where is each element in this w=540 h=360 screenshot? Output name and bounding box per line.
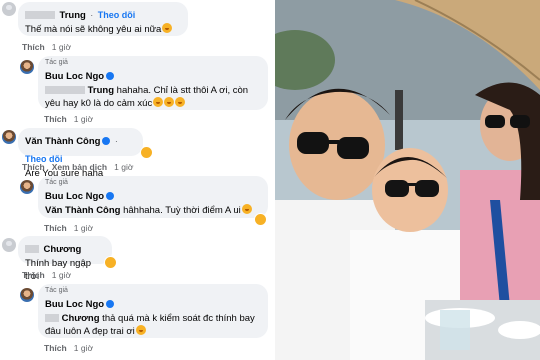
emoji-icon bbox=[162, 23, 173, 33]
verified-icon bbox=[106, 72, 115, 80]
reply-actions: Thích 1 giờ bbox=[44, 343, 93, 353]
author-badge: Tác giả bbox=[45, 179, 68, 186]
verified-icon bbox=[102, 137, 111, 145]
comment-bubble: Văn Thành Công · Theo dõi Are You sure h… bbox=[18, 128, 143, 179]
avatar[interactable] bbox=[20, 180, 34, 194]
comment-actions: Thích 1 giờ bbox=[22, 42, 71, 52]
family-photo-illustration bbox=[275, 0, 540, 360]
redacted-name bbox=[45, 314, 59, 322]
timestamp[interactable]: 1 giờ bbox=[52, 270, 71, 280]
commenter-name[interactable]: Văn Thành Công bbox=[25, 136, 100, 147]
timestamp[interactable]: 1 giờ bbox=[52, 42, 71, 52]
verified-icon bbox=[106, 192, 115, 200]
like-link[interactable]: Thích bbox=[22, 162, 45, 172]
author-badge: Tác giả bbox=[45, 287, 68, 294]
commenter-name[interactable]: Chương bbox=[43, 244, 81, 255]
comment-bubble: Chương Thính bay ngập trời bbox=[18, 236, 112, 282]
comment-actions: Thích 1 giờ bbox=[22, 270, 71, 280]
reaction-icon[interactable] bbox=[254, 213, 267, 226]
like-link[interactable]: Thích bbox=[22, 42, 45, 52]
comment-bubble: Trung · Theo dõi Thế mà nói sẽ không yêu… bbox=[18, 2, 188, 36]
author-name[interactable]: Buu Loc Ngo bbox=[45, 71, 104, 82]
emoji-icon bbox=[135, 325, 146, 335]
family-photo bbox=[275, 0, 540, 360]
like-link[interactable]: Thích bbox=[44, 223, 67, 233]
avatar[interactable] bbox=[2, 238, 16, 252]
comment-thread: Trung · Theo dõi Thế mà nói sẽ không yêu… bbox=[0, 0, 270, 360]
author-badge: Tác giả bbox=[45, 59, 68, 66]
comment-actions: Thích Xem bản dịch 1 giờ bbox=[22, 162, 133, 172]
reply-text: hâhhaha. Tuỳ thời điểm A ui bbox=[120, 205, 241, 216]
verified-icon bbox=[106, 300, 115, 308]
timestamp[interactable]: 1 giờ bbox=[74, 223, 93, 233]
emoji-icon bbox=[164, 97, 175, 107]
redacted-name bbox=[25, 245, 39, 253]
reply-bubble: Tác giả Buu Loc Ngo Chương thả quá mà k … bbox=[38, 284, 268, 338]
follow-button[interactable]: Theo dõi bbox=[98, 10, 136, 20]
mention-tag[interactable]: Văn Thành Công bbox=[45, 205, 120, 216]
avatar[interactable] bbox=[20, 60, 34, 74]
translate-link[interactable]: Xem bản dịch bbox=[52, 162, 107, 172]
avatar[interactable] bbox=[20, 288, 34, 302]
mention-tag[interactable]: Chương bbox=[62, 313, 100, 324]
timestamp[interactable]: 1 giờ bbox=[74, 343, 93, 353]
like-link[interactable]: Thích bbox=[44, 343, 67, 353]
redacted-name bbox=[45, 86, 85, 94]
like-link[interactable]: Thích bbox=[44, 114, 67, 124]
reaction-icon[interactable] bbox=[140, 146, 153, 159]
comment-text: Thế mà nói sẽ không yêu ai nữa bbox=[25, 24, 162, 35]
reply-actions: Thích 1 giờ bbox=[44, 223, 93, 233]
author-name[interactable]: Buu Loc Ngo bbox=[45, 299, 104, 310]
commenter-name[interactable]: Trung bbox=[59, 10, 85, 21]
timestamp[interactable]: 1 giờ bbox=[74, 114, 93, 124]
author-name[interactable]: Buu Loc Ngo bbox=[45, 191, 104, 202]
emoji-icon bbox=[153, 97, 164, 107]
emoji-icon bbox=[241, 204, 252, 214]
reply-bubble: Tác giả Buu Loc Ngo Trung hahaha. Chỉ là… bbox=[38, 56, 268, 110]
reply-actions: Thích 1 giờ bbox=[44, 114, 93, 124]
mention-tag[interactable]: Trung bbox=[88, 85, 114, 96]
avatar[interactable] bbox=[2, 2, 16, 16]
like-link[interactable]: Thích bbox=[22, 270, 45, 280]
timestamp[interactable]: 1 giờ bbox=[114, 162, 133, 172]
emoji-icon bbox=[175, 97, 186, 107]
avatar[interactable] bbox=[2, 130, 16, 144]
reply-bubble: Tác giả Buu Loc Ngo Văn Thành Công hâhha… bbox=[38, 176, 268, 218]
redacted-name bbox=[25, 11, 55, 19]
reaction-icon[interactable] bbox=[104, 256, 117, 269]
